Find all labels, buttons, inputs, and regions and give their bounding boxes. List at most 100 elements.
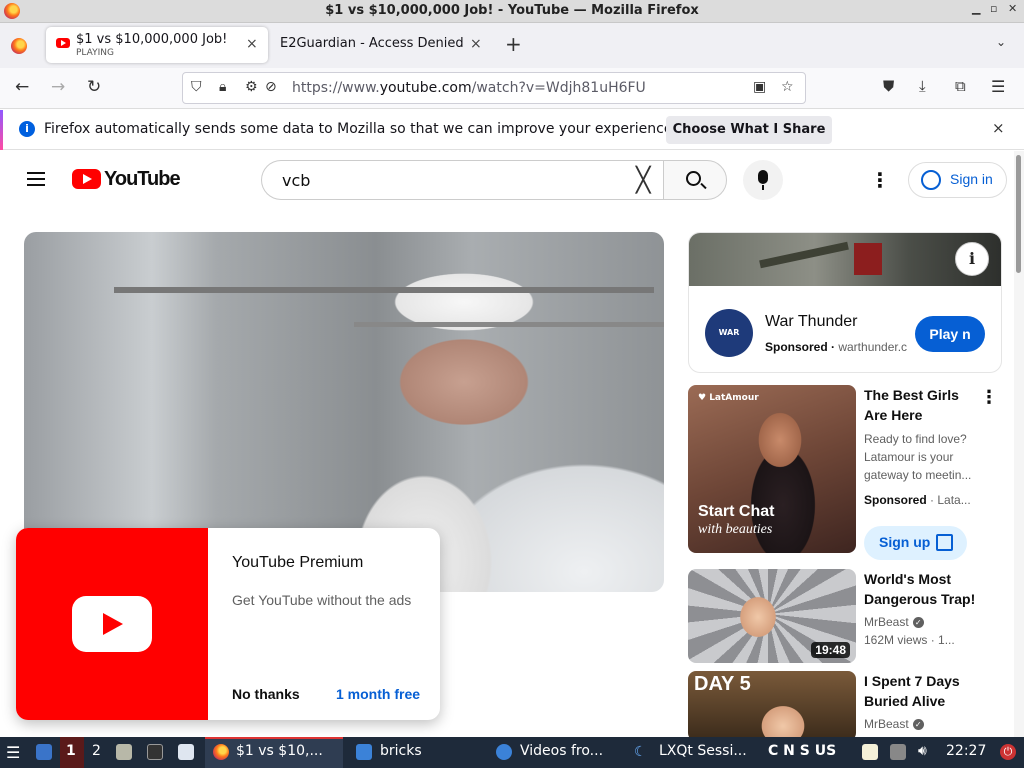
ad-info-icon[interactable]: i bbox=[955, 242, 989, 276]
volume-icon[interactable]: 🔊︎ bbox=[918, 743, 927, 759]
search-input[interactable]: vcb ╳ bbox=[261, 160, 664, 200]
picture-in-picture-icon[interactable]: ▣ bbox=[753, 79, 766, 95]
bookmark-star-icon[interactable]: ☆ bbox=[781, 79, 794, 95]
page-scrollbar[interactable] bbox=[1014, 151, 1024, 737]
tab-playing-label: PLAYING bbox=[76, 48, 114, 58]
clear-search-icon[interactable]: ╳ bbox=[636, 166, 650, 194]
search-button[interactable] bbox=[663, 160, 727, 200]
youtube-page: YouTube vcb ╳ ⋮ Sign in YouTube Premium … bbox=[0, 151, 1014, 737]
sign-in-button[interactable]: Sign in bbox=[908, 162, 1007, 198]
tab-title: E2Guardian - Access Denied bbox=[280, 36, 464, 51]
taskbar-files-label[interactable]: bricks bbox=[380, 743, 422, 759]
taskbar-firefox-label[interactable]: $1 vs $10,... bbox=[236, 743, 323, 759]
video-channel[interactable]: MrBeast ✓ bbox=[864, 613, 924, 631]
firefox-view-icon[interactable] bbox=[11, 38, 27, 54]
notification-close-icon[interactable]: × bbox=[992, 119, 1005, 137]
no-thanks-button[interactable]: No thanks bbox=[232, 686, 300, 702]
minimize-icon[interactable]: ▁ bbox=[972, 2, 980, 15]
ad-menu-kebab-icon[interactable]: ⋮ bbox=[980, 387, 998, 408]
tab-close-icon[interactable]: × bbox=[470, 36, 482, 52]
video-title[interactable]: World's Most Dangerous Trap! bbox=[864, 569, 984, 609]
video-title[interactable]: I Spent 7 Days Buried Alive bbox=[864, 671, 984, 711]
tab-e2guardian[interactable]: E2Guardian - Access Denied × bbox=[272, 27, 494, 63]
extensions-icon[interactable]: ⧉ bbox=[955, 77, 966, 95]
removable-media-icon[interactable] bbox=[890, 744, 906, 760]
video-channel[interactable]: MrBeast ✓ bbox=[864, 715, 924, 733]
back-button[interactable]: ← bbox=[15, 77, 29, 97]
premium-title: YouTube Premium bbox=[232, 554, 364, 571]
new-tab-button[interactable]: + bbox=[505, 32, 522, 56]
premium-logo-panel bbox=[16, 528, 208, 720]
ad-description: Ready to find love? Latamour is your gat… bbox=[864, 432, 972, 482]
ad-sponsored-label: Sponsored · Lata... bbox=[864, 493, 971, 507]
scrollbar-thumb[interactable] bbox=[1016, 155, 1021, 273]
reload-button[interactable]: ↻ bbox=[87, 77, 101, 97]
youtube-play-icon bbox=[72, 596, 152, 652]
window-titlebar: $1 vs $10,000,000 Job! - YouTube — Mozil… bbox=[0, 0, 1024, 23]
show-desktop-icon[interactable] bbox=[36, 744, 52, 760]
url-text[interactable]: https://www.youtube.com/watch?v=Wdjh81uH… bbox=[292, 80, 646, 96]
premium-promo-dialog: YouTube Premium Get YouTube without the … bbox=[16, 528, 440, 720]
file-manager-icon[interactable] bbox=[116, 744, 132, 760]
premium-subtitle: Get YouTube without the ads bbox=[232, 592, 412, 608]
war-thunder-logo[interactable]: WAR THUNDER bbox=[705, 309, 753, 357]
tab-close-icon[interactable]: × bbox=[246, 36, 258, 52]
notification-message: Firefox automatically sends some data to… bbox=[44, 121, 677, 137]
latamour-ad-thumbnail[interactable]: ♥ LatAmour Start Chat with beauties bbox=[688, 385, 856, 553]
workspace-1[interactable]: 1 bbox=[66, 743, 76, 759]
keyboard-layout-indicator[interactable]: C N S US bbox=[768, 743, 836, 759]
verified-check-icon: ✓ bbox=[912, 617, 924, 629]
forward-button[interactable]: → bbox=[51, 77, 65, 97]
maximize-icon[interactable]: ▫ bbox=[990, 2, 997, 15]
folder-icon bbox=[356, 744, 372, 760]
sign-up-button[interactable]: Sign up bbox=[864, 526, 967, 560]
lock-icon[interactable]: 🔒︎ bbox=[219, 79, 226, 95]
war-thunder-ad-card[interactable]: i WAR THUNDER War Thunder Sponsored · wa… bbox=[688, 232, 1002, 373]
workspace-2[interactable]: 2 bbox=[92, 743, 101, 759]
war-thunder-tag bbox=[854, 243, 882, 275]
ad-title[interactable]: The Best Girls Are Here bbox=[864, 385, 974, 425]
terminal-icon[interactable] bbox=[147, 744, 163, 760]
url-bar[interactable]: ⛉ 🔒︎ ⚙ ⊘ https://www.youtube.com/watch?v… bbox=[182, 72, 806, 104]
settings-kebab-icon[interactable]: ⋮ bbox=[870, 169, 890, 191]
clock[interactable]: 22:27 bbox=[946, 743, 986, 759]
external-link-icon bbox=[936, 534, 953, 551]
pocket-icon[interactable]: ⛊ bbox=[883, 77, 894, 95]
voice-search-button[interactable] bbox=[743, 160, 783, 200]
permissions-icon[interactable]: ⚙ bbox=[245, 79, 258, 95]
ad-name[interactable]: War Thunder bbox=[765, 313, 857, 331]
taskbar-lxqt-label[interactable]: LXQt Sessi... bbox=[659, 743, 747, 759]
shield-icon[interactable]: ⛉ bbox=[191, 79, 202, 95]
downloads-icon[interactable]: ⤓ bbox=[919, 77, 926, 95]
choose-what-i-share-button[interactable]: Choose What I Share bbox=[666, 116, 832, 144]
autoplay-blocked-icon[interactable]: ⊘ bbox=[265, 79, 277, 95]
youtube-logo-icon[interactable] bbox=[72, 169, 101, 189]
text-editor-icon[interactable] bbox=[178, 744, 194, 760]
tab-strip: $1 vs $10,000,000 Job! PLAYING × E2Guard… bbox=[0, 23, 1024, 68]
firefox-task-icon bbox=[213, 744, 229, 760]
youtube-logo-text[interactable]: YouTube bbox=[104, 168, 181, 191]
play-now-button[interactable]: Play n bbox=[915, 316, 985, 352]
search-query[interactable]: vcb bbox=[282, 171, 310, 190]
sign-up-label: Sign up bbox=[879, 534, 931, 550]
video-thumbnail[interactable]: DAY 5 bbox=[688, 671, 856, 737]
ad-sponsored-label: Sponsored · warthunder.c bbox=[765, 340, 908, 354]
power-icon[interactable]: ⏻ bbox=[1000, 744, 1016, 760]
close-window-icon[interactable]: ✕ bbox=[1008, 2, 1017, 15]
start-menu-icon[interactable]: ☰ bbox=[6, 743, 20, 762]
clipboard-icon[interactable] bbox=[862, 744, 878, 760]
free-trial-button[interactable]: 1 month free bbox=[336, 686, 420, 702]
video-thumbnail[interactable]: 19:48 bbox=[688, 569, 856, 663]
menu-icon[interactable]: ☰ bbox=[991, 77, 1005, 96]
microphone-stand bbox=[762, 185, 764, 190]
latamour-brand: ♥ LatAmour bbox=[698, 393, 759, 403]
navigation-toolbar: ← → ↻ ⛉ 🔒︎ ⚙ ⊘ https://www.youtube.com/w… bbox=[0, 68, 1024, 109]
hamburger-menu-icon[interactable] bbox=[27, 172, 45, 186]
tab-youtube[interactable]: $1 vs $10,000,000 Job! PLAYING × bbox=[46, 27, 268, 63]
video-duration: 19:48 bbox=[811, 642, 850, 658]
video-frame-detail bbox=[354, 322, 664, 327]
taskbar-videos-label[interactable]: Videos fro... bbox=[520, 743, 603, 759]
tab-list-chevron-icon[interactable]: ⌄ bbox=[996, 35, 1006, 49]
youtube-favicon-icon bbox=[56, 38, 70, 48]
thumb-caption-1: Start Chat bbox=[698, 503, 775, 520]
